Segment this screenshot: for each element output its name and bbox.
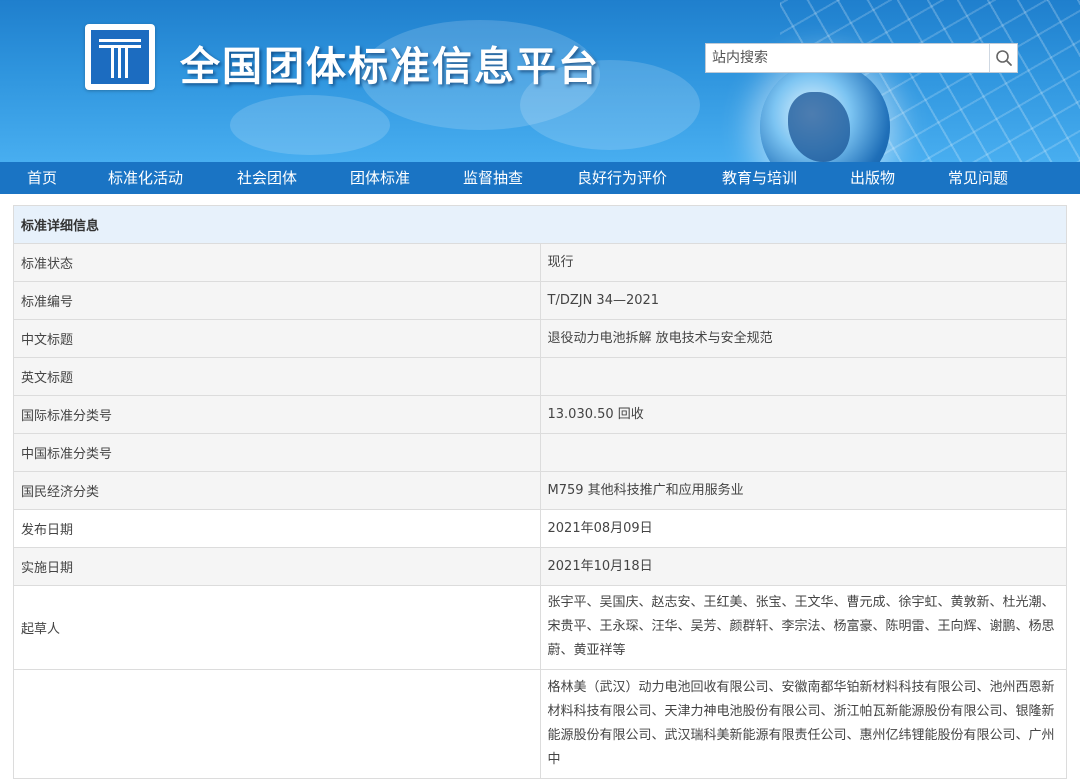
site-banner: 全国团体标准信息平台: [0, 0, 1080, 162]
row-label: 中国标准分类号: [13, 433, 541, 472]
search-icon: [995, 50, 1012, 66]
row-label: 起草人: [13, 585, 541, 670]
row-label: 国民经济分类: [13, 471, 541, 510]
table-row: 国际标准分类号 13.030.50 回收: [13, 395, 1067, 434]
nav-item-standardization-activities[interactable]: 标准化活动: [108, 162, 183, 194]
row-value: [539, 357, 1067, 396]
logo-mark-icon: [91, 30, 149, 84]
nav-item-social-organizations[interactable]: 社会团体: [237, 162, 297, 194]
main-nav: 首页 标准化活动 社会团体 团体标准 监督抽查 良好行为评价 教育与培训 出版物…: [0, 162, 1080, 194]
world-map-decoration: [230, 95, 390, 155]
section-title: 标准详细信息: [13, 205, 1067, 244]
row-label: [13, 669, 541, 779]
nav-item-group-standards[interactable]: 团体标准: [350, 162, 410, 194]
main-content: 标准详细信息 标准状态 现行 标准编号 T/DZJN 34—2021 中文标题 …: [0, 194, 1080, 779]
platform-logo-icon[interactable]: [85, 24, 155, 90]
standard-detail-table: 标准详细信息 标准状态 现行 标准编号 T/DZJN 34—2021 中文标题 …: [13, 205, 1067, 779]
row-label: 标准状态: [13, 243, 541, 282]
table-row: 中国标准分类号: [13, 433, 1067, 472]
nav-item-publications[interactable]: 出版物: [850, 162, 895, 194]
row-label: 标准编号: [13, 281, 541, 320]
table-row: 格林美（武汉）动力电池回收有限公司、安徽南都华铂新材料科技有限公司、池州西恩新材…: [13, 669, 1067, 779]
nav-item-supervision[interactable]: 监督抽查: [463, 162, 523, 194]
table-row: 标准编号 T/DZJN 34—2021: [13, 281, 1067, 320]
row-label: 发布日期: [13, 509, 541, 548]
row-label: 实施日期: [13, 547, 541, 586]
row-label: 中文标题: [13, 319, 541, 358]
row-value: T/DZJN 34—2021: [539, 281, 1067, 320]
drafting-units-value: 格林美（武汉）动力电池回收有限公司、安徽南都华铂新材料科技有限公司、池州西恩新材…: [539, 669, 1067, 779]
table-row: 国民经济分类 M759 其他科技推广和应用服务业: [13, 471, 1067, 510]
row-label: 英文标题: [13, 357, 541, 396]
row-value: 13.030.50 回收: [539, 395, 1067, 434]
nav-item-good-conduct-evaluation[interactable]: 良好行为评价: [577, 162, 667, 194]
section-header-row: 标准详细信息: [13, 205, 1067, 244]
table-row: 中文标题 退役动力电池拆解 放电技术与安全规范: [13, 319, 1067, 358]
nav-item-home[interactable]: 首页: [27, 162, 57, 194]
nav-item-faq[interactable]: 常见问题: [948, 162, 1008, 194]
row-value: M759 其他科技推广和应用服务业: [539, 471, 1067, 510]
table-row: 英文标题: [13, 357, 1067, 396]
row-value: [539, 433, 1067, 472]
table-row: 标准状态 现行: [13, 243, 1067, 282]
row-value: 2021年10月18日: [539, 547, 1067, 586]
row-value: 现行: [539, 243, 1067, 282]
nav-item-education-training[interactable]: 教育与培训: [722, 162, 797, 194]
row-value: 2021年08月09日: [539, 509, 1067, 548]
search-input[interactable]: [706, 44, 990, 72]
site-title: 全国团体标准信息平台: [180, 44, 600, 90]
table-row: 起草人 张宇平、吴国庆、赵志安、王红美、张宝、王文华、曹元成、徐宇虹、黄敦新、杜…: [13, 585, 1067, 670]
search-box: [705, 43, 1018, 73]
table-row: 发布日期 2021年08月09日: [13, 509, 1067, 548]
table-row: 实施日期 2021年10月18日: [13, 547, 1067, 586]
search-button[interactable]: [989, 44, 1017, 72]
row-label: 国际标准分类号: [13, 395, 541, 434]
drafters-value: 张宇平、吴国庆、赵志安、王红美、张宝、王文华、曹元成、徐宇虹、黄敦新、杜光潮、宋…: [539, 585, 1067, 670]
row-value: 退役动力电池拆解 放电技术与安全规范: [539, 319, 1067, 358]
